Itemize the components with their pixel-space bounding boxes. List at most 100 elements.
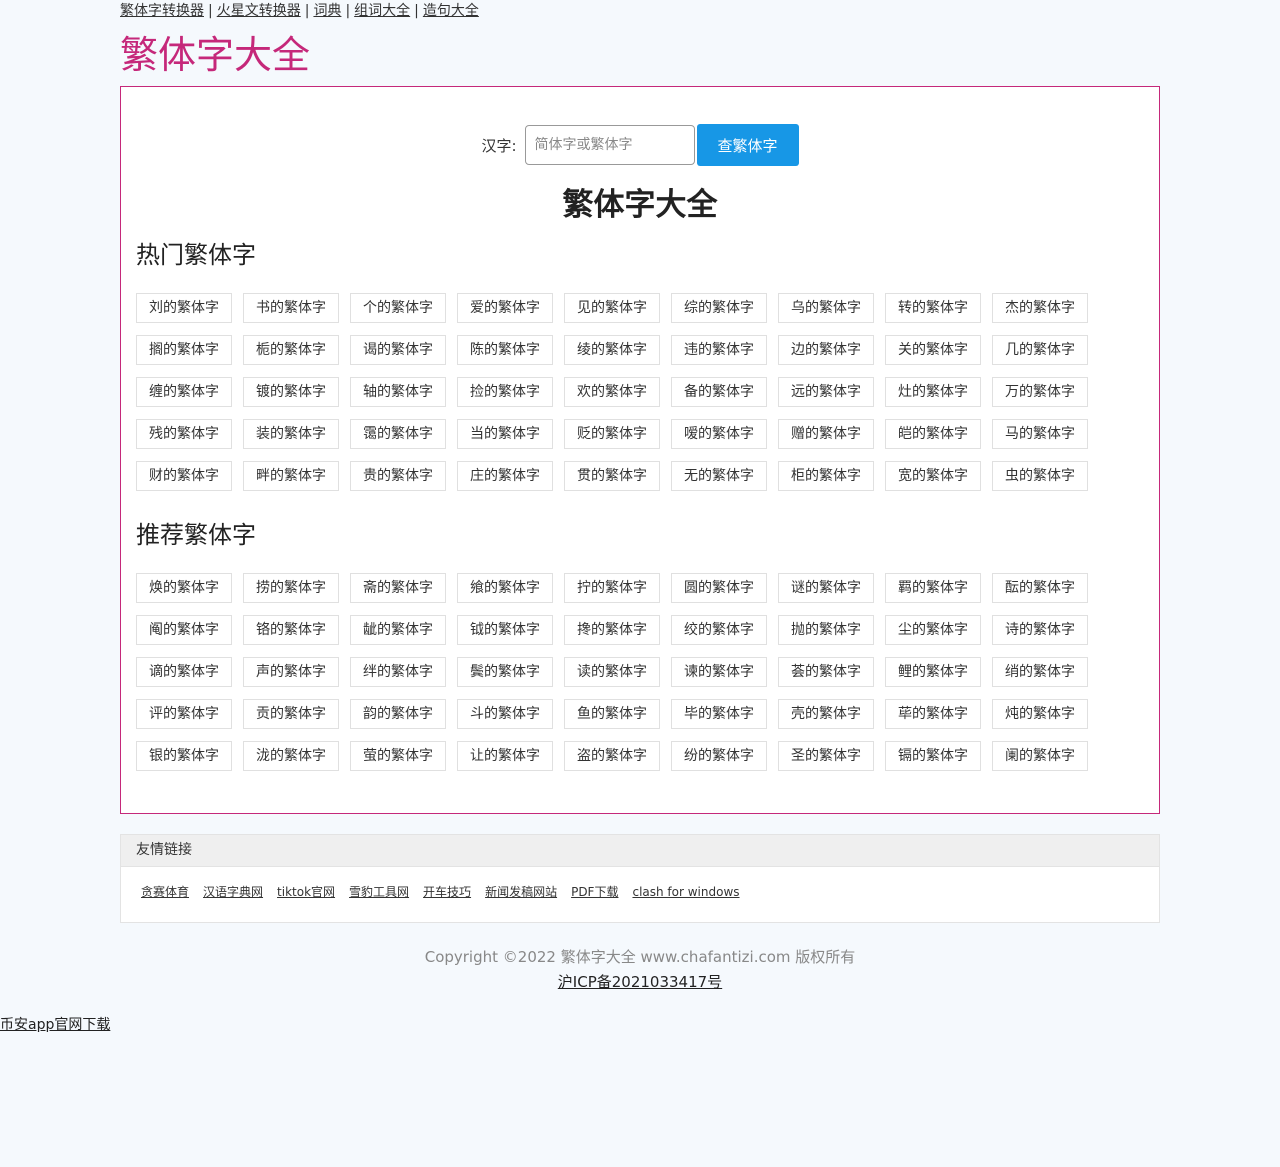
hot-char-link[interactable]: 赠的繁体字 xyxy=(778,419,874,449)
hot-char-link[interactable]: 镀的繁体字 xyxy=(243,377,339,407)
hot-char-link[interactable]: 畔的繁体字 xyxy=(243,461,339,491)
hot-char-link[interactable]: 皑的繁体字 xyxy=(885,419,981,449)
friend-link[interactable]: clash for windows xyxy=(632,885,739,899)
nav-link-martian-converter[interactable]: 火星文转换器 xyxy=(217,3,301,19)
hot-char-link[interactable]: 欢的繁体字 xyxy=(564,377,660,407)
hot-char-link[interactable]: 嗳的繁体字 xyxy=(671,419,767,449)
recommended-char-link[interactable]: 铬的繁体字 xyxy=(243,615,339,645)
friend-link[interactable]: PDF下载 xyxy=(571,885,618,899)
recommended-char-link[interactable]: 鱼的繁体字 xyxy=(564,699,660,729)
hot-char-link[interactable]: 书的繁体字 xyxy=(243,293,339,323)
recommended-char-link[interactable]: 拧的繁体字 xyxy=(564,573,660,603)
recommended-char-link[interactable]: 萤的繁体字 xyxy=(350,741,446,771)
hot-char-link[interactable]: 财的繁体字 xyxy=(136,461,232,491)
hot-char-link[interactable]: 宽的繁体字 xyxy=(885,461,981,491)
recommended-char-link[interactable]: 圣的繁体字 xyxy=(778,741,874,771)
recommended-char-link[interactable]: 贡的繁体字 xyxy=(243,699,339,729)
hot-char-link[interactable]: 搁的繁体字 xyxy=(136,335,232,365)
hot-char-link[interactable]: 残的繁体字 xyxy=(136,419,232,449)
recommended-char-link[interactable]: 荜的繁体字 xyxy=(885,699,981,729)
hot-char-link[interactable]: 贵的繁体字 xyxy=(350,461,446,491)
hot-char-link[interactable]: 虫的繁体字 xyxy=(992,461,1088,491)
recommended-char-link[interactable]: 炖的繁体字 xyxy=(992,699,1088,729)
hot-char-link[interactable]: 爱的繁体字 xyxy=(457,293,553,323)
search-input[interactable] xyxy=(524,125,695,165)
search-button[interactable]: 查繁体字 xyxy=(696,124,799,166)
hot-char-link[interactable]: 缠的繁体字 xyxy=(136,377,232,407)
hot-char-link[interactable]: 违的繁体字 xyxy=(671,335,767,365)
recommended-char-link[interactable]: 钺的繁体字 xyxy=(457,615,553,645)
nav-link-word-groups[interactable]: 组词大全 xyxy=(354,3,410,19)
hot-char-link[interactable]: 装的繁体字 xyxy=(243,419,339,449)
recommended-char-link[interactable]: 绡的繁体字 xyxy=(992,657,1088,687)
hot-char-link[interactable]: 贬的繁体字 xyxy=(564,419,660,449)
hot-char-link[interactable]: 关的繁体字 xyxy=(885,335,981,365)
hot-char-link[interactable]: 柜的繁体字 xyxy=(778,461,874,491)
hot-char-link[interactable]: 陈的繁体字 xyxy=(457,335,553,365)
recommended-char-link[interactable]: 鲤的繁体字 xyxy=(885,657,981,687)
recommended-char-link[interactable]: 鬓的繁体字 xyxy=(457,657,553,687)
recommended-char-link[interactable]: 让的繁体字 xyxy=(457,741,553,771)
nav-link-traditional-converter[interactable]: 繁体字转换器 xyxy=(120,3,204,19)
hot-char-link[interactable]: 栀的繁体字 xyxy=(243,335,339,365)
recommended-char-link[interactable]: 镉的繁体字 xyxy=(885,741,981,771)
nav-link-dictionary[interactable]: 词典 xyxy=(313,3,341,19)
hot-char-link[interactable]: 几的繁体字 xyxy=(992,335,1088,365)
hot-char-link[interactable]: 无的繁体字 xyxy=(671,461,767,491)
recommended-char-link[interactable]: 焕的繁体字 xyxy=(136,573,232,603)
hot-char-link[interactable]: 边的繁体字 xyxy=(778,335,874,365)
friend-link[interactable]: 雪豹工具网 xyxy=(349,885,409,899)
hot-char-link[interactable]: 个的繁体字 xyxy=(350,293,446,323)
recommended-char-link[interactable]: 绊的繁体字 xyxy=(350,657,446,687)
friend-link[interactable]: 新闻发稿网站 xyxy=(485,885,557,899)
recommended-char-link[interactable]: 韵的繁体字 xyxy=(350,699,446,729)
recommended-char-link[interactable]: 抛的繁体字 xyxy=(778,615,874,645)
nav-link-sentences[interactable]: 造句大全 xyxy=(423,3,479,19)
hot-char-link[interactable]: 捡的繁体字 xyxy=(457,377,553,407)
hot-char-link[interactable]: 霭的繁体字 xyxy=(350,419,446,449)
recommended-char-link[interactable]: 斗的繁体字 xyxy=(457,699,553,729)
hot-char-link[interactable]: 转的繁体字 xyxy=(885,293,981,323)
recommended-char-link[interactable]: 谜的繁体字 xyxy=(778,573,874,603)
hot-char-link[interactable]: 备的繁体字 xyxy=(671,377,767,407)
friend-link[interactable]: 汉语字典网 xyxy=(203,885,263,899)
recommended-char-link[interactable]: 壳的繁体字 xyxy=(778,699,874,729)
recommended-char-link[interactable]: 泷的繁体字 xyxy=(243,741,339,771)
hot-char-link[interactable]: 见的繁体字 xyxy=(564,293,660,323)
hot-char-link[interactable]: 万的繁体字 xyxy=(992,377,1088,407)
recommended-char-link[interactable]: 圆的繁体字 xyxy=(671,573,767,603)
hot-char-link[interactable]: 贯的繁体字 xyxy=(564,461,660,491)
hot-char-link[interactable]: 谒的繁体字 xyxy=(350,335,446,365)
hot-char-link[interactable]: 轴的繁体字 xyxy=(350,377,446,407)
recommended-char-link[interactable]: 毕的繁体字 xyxy=(671,699,767,729)
recommended-char-link[interactable]: 盗的繁体字 xyxy=(564,741,660,771)
recommended-char-link[interactable]: 飨的繁体字 xyxy=(457,573,553,603)
recommended-char-link[interactable]: 捞的繁体字 xyxy=(243,573,339,603)
recommended-char-link[interactable]: 纷的繁体字 xyxy=(671,741,767,771)
friend-link[interactable]: 开车技巧 xyxy=(423,885,471,899)
hot-char-link[interactable]: 乌的繁体字 xyxy=(778,293,874,323)
hot-char-link[interactable]: 当的繁体字 xyxy=(457,419,553,449)
hot-char-link[interactable]: 刘的繁体字 xyxy=(136,293,232,323)
icp-link[interactable]: 沪ICP备2021033417号 xyxy=(558,973,722,991)
recommended-char-link[interactable]: 评的繁体字 xyxy=(136,699,232,729)
recommended-char-link[interactable]: 声的繁体字 xyxy=(243,657,339,687)
recommended-char-link[interactable]: 尘的繁体字 xyxy=(885,615,981,645)
recommended-char-link[interactable]: 银的繁体字 xyxy=(136,741,232,771)
bottom-download-link[interactable]: 币安app官网下载 xyxy=(0,1014,110,1036)
friend-link[interactable]: 贪赛体育 xyxy=(141,885,189,899)
hot-char-link[interactable]: 远的繁体字 xyxy=(778,377,874,407)
friend-link[interactable]: tiktok官网 xyxy=(277,885,335,899)
recommended-char-link[interactable]: 诗的繁体字 xyxy=(992,615,1088,645)
site-title[interactable]: 繁体字大全 xyxy=(120,32,1160,86)
hot-char-link[interactable]: 综的繁体字 xyxy=(671,293,767,323)
recommended-char-link[interactable]: 酝的繁体字 xyxy=(992,573,1088,603)
hot-char-link[interactable]: 灶的繁体字 xyxy=(885,377,981,407)
recommended-char-link[interactable]: 阄的繁体字 xyxy=(136,615,232,645)
recommended-char-link[interactable]: 谏的繁体字 xyxy=(671,657,767,687)
recommended-char-link[interactable]: 荟的繁体字 xyxy=(778,657,874,687)
recommended-char-link[interactable]: 斋的繁体字 xyxy=(350,573,446,603)
recommended-char-link[interactable]: 羁的繁体字 xyxy=(885,573,981,603)
hot-char-link[interactable]: 庄的繁体字 xyxy=(457,461,553,491)
hot-char-link[interactable]: 绫的繁体字 xyxy=(564,335,660,365)
